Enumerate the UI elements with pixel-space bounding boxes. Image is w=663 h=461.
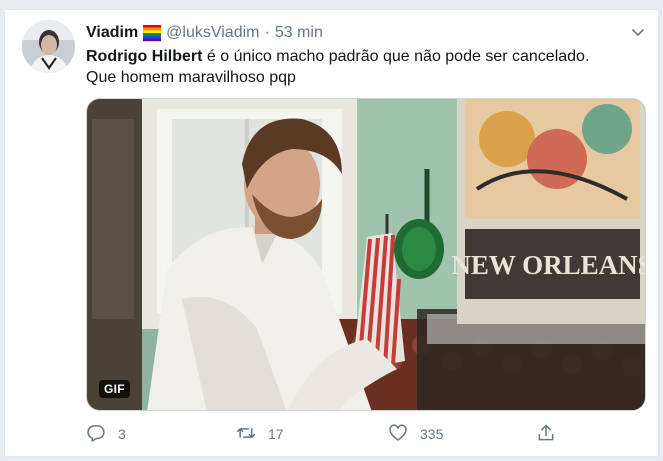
author-name[interactable]: Viadim <box>86 24 138 42</box>
tweet-header: Viadim @luksViadim · 53 min <box>86 22 323 44</box>
timestamp[interactable]: 53 min <box>275 24 323 42</box>
gif-badge: GIF <box>99 380 130 398</box>
reply-count: 3 <box>118 426 126 442</box>
mentioned-name: Rodrigo Hilbert <box>86 48 203 65</box>
like-count: 335 <box>420 426 444 442</box>
retweet-count: 17 <box>268 426 284 442</box>
retweet-icon <box>236 423 256 446</box>
chevron-down-icon[interactable] <box>630 24 646 40</box>
share-icon <box>536 423 556 446</box>
avatar[interactable] <box>22 20 75 73</box>
like-button[interactable]: 335 <box>388 422 443 446</box>
separator-dot: · <box>264 24 270 41</box>
reply-button[interactable]: 3 <box>86 422 126 446</box>
rainbow-flag-icon <box>142 24 162 42</box>
share-button[interactable] <box>536 422 556 446</box>
gif-scene: NEW ORLEANS <box>87 99 646 410</box>
tweet-actions: 3 17 335 <box>86 422 556 446</box>
author-handle[interactable]: @luksViadim <box>166 24 259 42</box>
like-icon <box>388 423 408 446</box>
retweet-button[interactable]: 17 <box>236 422 284 446</box>
poster-sign-text: NEW ORLEANS <box>451 250 646 280</box>
tweet-text-rest: é o único macho padrão que não pode ser … <box>202 48 590 65</box>
tweet-text: Rodrigo Hilbert é o único macho padrão q… <box>86 46 646 88</box>
tweet-text-line-1: Rodrigo Hilbert é o único macho padrão q… <box>86 46 646 67</box>
gif-media[interactable]: NEW ORLEANS GIF <box>86 98 646 411</box>
reply-icon <box>86 423 106 446</box>
tweet-card[interactable]: Viadim @luksViadim · 53 min Rodrigo Hilb… <box>4 9 659 457</box>
tweet-text-line-2: Que homem maravilhoso pqp <box>86 69 296 86</box>
